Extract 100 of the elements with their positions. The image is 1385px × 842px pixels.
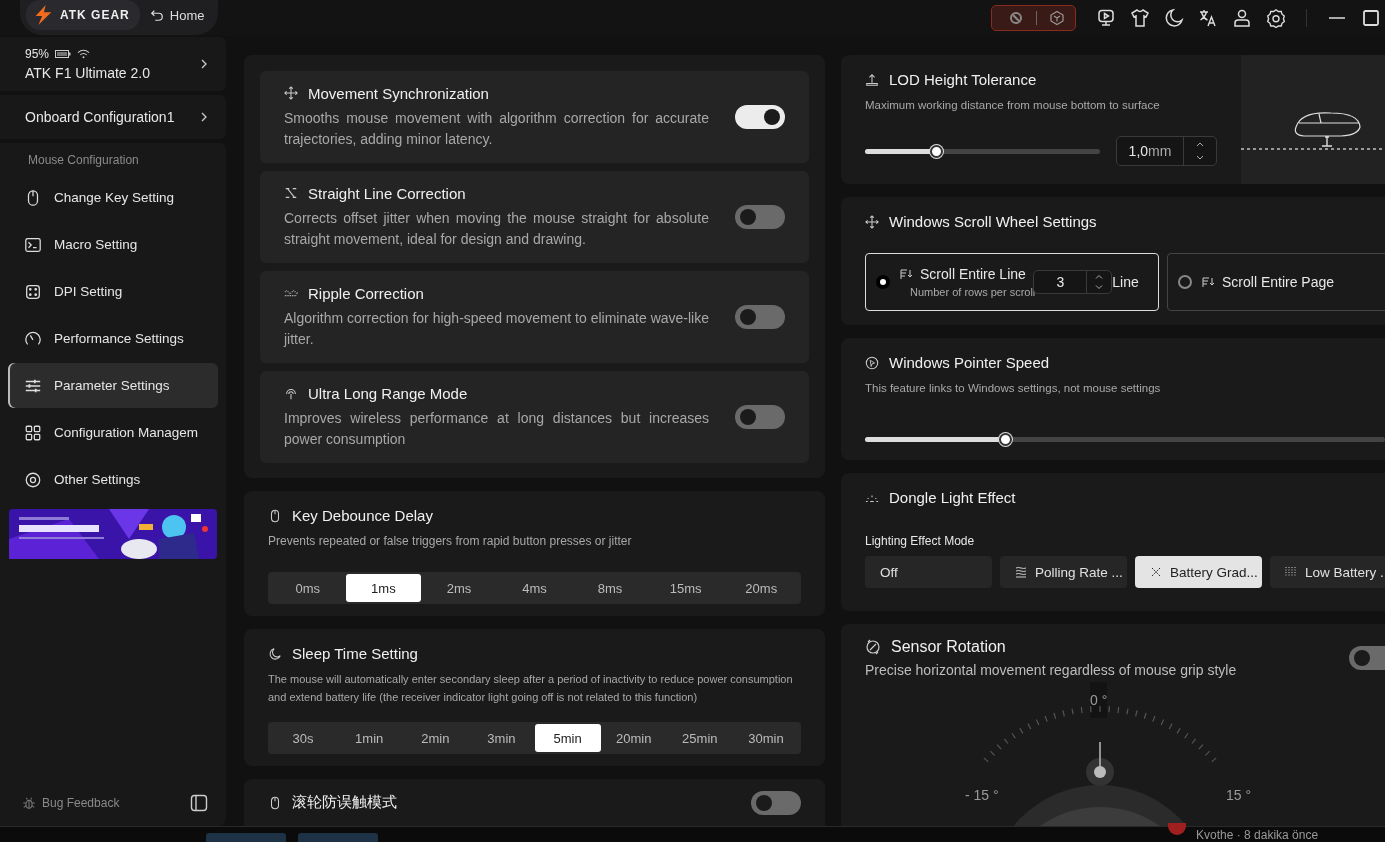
configuration-card[interactable]: Onboard Configuration1 bbox=[0, 95, 226, 139]
section-title: Sensor Rotation bbox=[891, 638, 1006, 656]
slider-thumb[interactable] bbox=[929, 144, 943, 158]
segment-option[interactable]: 8ms bbox=[572, 574, 648, 602]
stepper-unit: mm bbox=[1148, 143, 1172, 159]
setting-description: Smooths mouse movement with algorithm correction for accurate trajectories, adding minor latency. bbox=[284, 108, 709, 149]
section-description: This feature links to Windows settings, not mouse settings bbox=[865, 381, 1162, 396]
segment-option[interactable]: 5min bbox=[534, 724, 601, 752]
shirt-icon[interactable] bbox=[1130, 8, 1150, 28]
undo-arrow-icon bbox=[149, 8, 164, 22]
section-title: 滚轮防误触模式 bbox=[292, 793, 397, 812]
nav-item[interactable]: Performance Settings bbox=[8, 316, 218, 361]
section-title: Sleep Time Setting bbox=[292, 645, 418, 662]
pattern-icon bbox=[1285, 566, 1297, 578]
setting-icon bbox=[284, 186, 298, 200]
user-icon[interactable] bbox=[1232, 8, 1252, 28]
angle-label: - 15 ° bbox=[965, 787, 999, 803]
option-title: Scroll Entire Page bbox=[1222, 274, 1335, 290]
nav-icon bbox=[24, 235, 42, 254]
nav-item[interactable]: Configuration Managem bbox=[8, 410, 218, 455]
scroll-option-card[interactable]: Scroll Entire Page bbox=[1167, 253, 1385, 311]
mode-option[interactable]: Off bbox=[865, 556, 992, 588]
segment-option[interactable]: 25min bbox=[666, 724, 733, 752]
section-title: Dongle Light Effect bbox=[889, 489, 1016, 506]
nav-item[interactable]: Other Settings bbox=[8, 457, 218, 502]
toggle-switch[interactable] bbox=[1349, 646, 1385, 670]
mouse-icon bbox=[268, 795, 282, 810]
nav-heading: Mouse Configuration bbox=[27, 153, 140, 169]
mouse-icon bbox=[268, 508, 282, 523]
setting-title: Straight Line Correction bbox=[308, 184, 466, 202]
brand-name: ATK GEAR bbox=[60, 8, 130, 22]
mode-option[interactable]: Battery Grad... bbox=[1135, 556, 1262, 588]
section-description: Prevents repeated or false triggers from rapid button presses or jitter bbox=[268, 533, 633, 550]
move-arrows-icon bbox=[865, 214, 879, 229]
status-indicator[interactable] bbox=[991, 5, 1076, 31]
nav-item[interactable]: Macro Setting bbox=[8, 222, 218, 267]
toggle-switch[interactable] bbox=[735, 305, 785, 329]
segment-option[interactable]: 30min bbox=[732, 724, 799, 752]
scroll-option-card[interactable]: Scroll Entire Line Number of rows per scroll 3 Line bbox=[865, 253, 1159, 311]
nav-item[interactable]: DPI Setting bbox=[8, 269, 218, 314]
segment-option[interactable]: 15ms bbox=[647, 574, 724, 602]
settings-icon[interactable] bbox=[1266, 8, 1286, 28]
segment-option[interactable]: 20ms bbox=[723, 574, 800, 602]
avatar bbox=[1168, 823, 1186, 835]
monitor-play-icon[interactable] bbox=[1096, 8, 1116, 28]
toggle-switch[interactable] bbox=[735, 105, 785, 129]
segment-option[interactable]: 2ms bbox=[421, 574, 497, 602]
angle-label: 0 ° bbox=[1090, 682, 1108, 718]
chevron-right-icon bbox=[200, 111, 208, 123]
option-title: Scroll Entire Line bbox=[920, 266, 1026, 282]
slider-thumb[interactable] bbox=[999, 433, 1013, 446]
cursor-circle-icon bbox=[865, 355, 879, 370]
segment-option[interactable]: 4ms bbox=[496, 574, 573, 602]
segment-option[interactable]: 1ms bbox=[345, 574, 422, 602]
toggle-switch[interactable] bbox=[735, 405, 785, 429]
device-name: ATK F1 Ultimate 2.0 bbox=[25, 65, 150, 81]
bug-feedback-button[interactable]: Bug Feedback bbox=[16, 795, 126, 811]
radio-button[interactable] bbox=[1178, 275, 1192, 289]
radio-button[interactable] bbox=[878, 277, 888, 287]
pattern-icon bbox=[1150, 566, 1162, 578]
moon-icon[interactable] bbox=[1164, 8, 1184, 28]
nav-item[interactable]: Parameter Settings bbox=[8, 363, 218, 408]
chevron-right-icon bbox=[200, 58, 208, 70]
mode-option[interactable]: Polling Rate ... bbox=[1000, 556, 1127, 588]
toggle-switch[interactable] bbox=[751, 790, 801, 815]
setting-title: Ripple Correction bbox=[308, 284, 424, 302]
upload-height-icon bbox=[865, 72, 879, 87]
wifi-icon bbox=[77, 49, 91, 59]
device-card[interactable]: 95% ATK F1 Ultimate 2.0 bbox=[0, 37, 226, 91]
section-title: Windows Scroll Wheel Settings bbox=[889, 213, 1097, 230]
section-description: Maximum working distance from mouse bottom to surface bbox=[865, 98, 1161, 113]
section-title: Key Debounce Delay bbox=[292, 507, 433, 524]
translate-icon[interactable] bbox=[1198, 8, 1218, 28]
nav-item[interactable]: Change Key Setting bbox=[8, 175, 218, 220]
nav-icon bbox=[24, 423, 42, 442]
section-description: The mouse will automatically enter secondary sleep after a period of inactivity to reduce power consumption and extend battery life (the receiver indicator light going off is not related to this function) bbox=[268, 672, 794, 705]
list-icon bbox=[1202, 276, 1214, 288]
segment-option[interactable]: 20min bbox=[600, 724, 667, 752]
toggle-switch[interactable] bbox=[735, 205, 785, 229]
segment-option[interactable]: 2min bbox=[402, 724, 469, 752]
nav-icon bbox=[24, 470, 42, 489]
segment-option[interactable]: 30s bbox=[270, 724, 337, 752]
option-description: Number of rows per scroll bbox=[909, 286, 1036, 298]
mode-label: Lighting Effect Mode bbox=[865, 534, 976, 548]
segment-option[interactable]: 3min bbox=[468, 724, 535, 752]
number-stepper[interactable]: 1,0mm bbox=[1116, 136, 1217, 166]
angle-label: 15 ° bbox=[1226, 787, 1252, 803]
maximize-icon[interactable] bbox=[1361, 8, 1381, 28]
unit-label: Line bbox=[1112, 274, 1139, 290]
segment-option[interactable]: 1min bbox=[336, 724, 403, 752]
home-button[interactable]: Home bbox=[145, 7, 209, 23]
segment-option[interactable]: 0ms bbox=[270, 574, 346, 602]
section-description: Precise horizontal movement regardless of mouse grip style bbox=[865, 662, 1237, 678]
sidebar-toggle-icon[interactable] bbox=[190, 794, 208, 812]
battery-percent: 95% bbox=[25, 47, 50, 61]
setting-description: Improves wireless performance at long distances but increases power consumption bbox=[284, 408, 709, 449]
battery-icon bbox=[55, 50, 72, 58]
setting-icon bbox=[284, 386, 298, 400]
pattern-icon bbox=[1015, 566, 1027, 578]
mode-option[interactable]: Low Battery . bbox=[1270, 556, 1385, 588]
